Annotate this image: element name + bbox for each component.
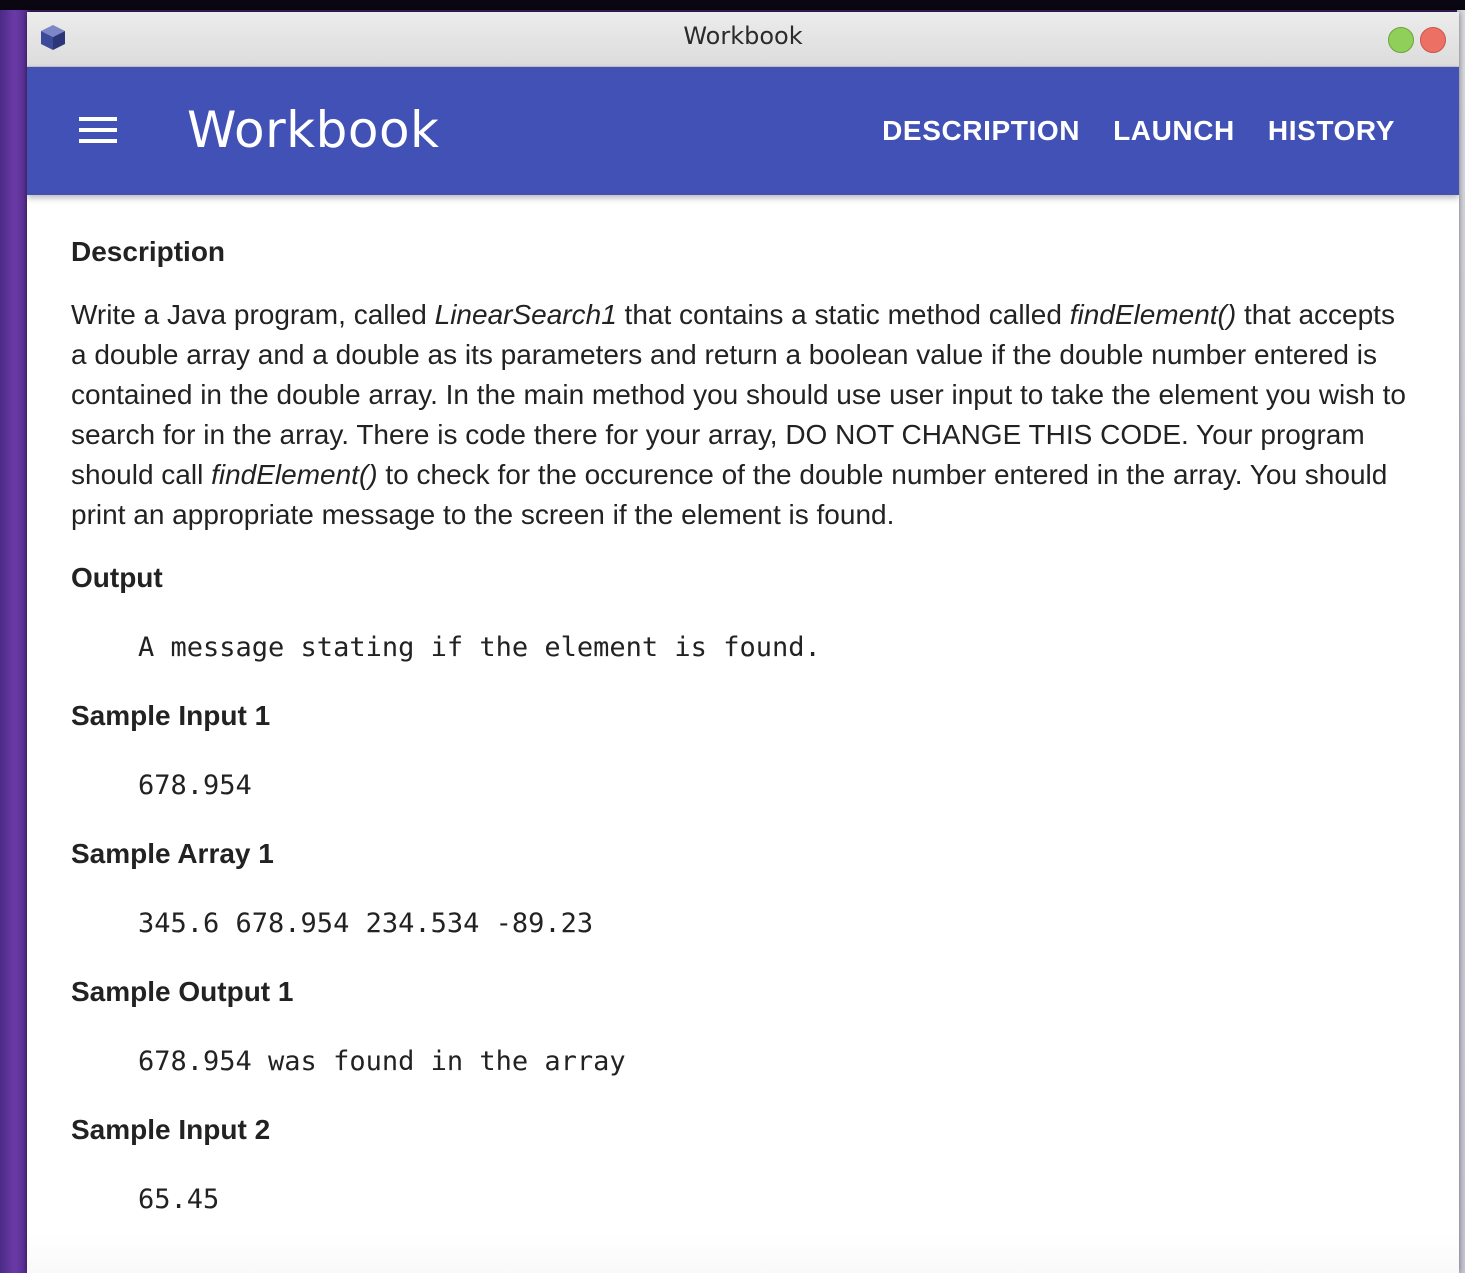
method-name: findElement() (1069, 299, 1237, 330)
method-name: findElement() (211, 459, 378, 490)
sample-input-2: 65.45 (138, 1184, 220, 1215)
bottom-fade (27, 1233, 1459, 1273)
description-text-part: Write a Java program, called (71, 299, 435, 330)
description-text-part: that contains a static method called (616, 299, 1070, 330)
output-heading: Output (71, 562, 163, 593)
sample-array-1: 345.6 678.954 234.534 -89.23 (138, 908, 594, 939)
window-title: Workbook (683, 22, 803, 50)
close-button[interactable] (1420, 27, 1446, 53)
sample-input-1: 678.954 (138, 770, 252, 801)
top-nav: DESCRIPTION LAUNCH HISTORY (882, 115, 1395, 147)
description-text: Write a Java program, called LinearSearc… (71, 295, 1415, 535)
sample-output-1-heading: Sample Output 1 (71, 976, 294, 1007)
description-heading: Description (71, 236, 226, 267)
output-text: A message stating if the element is foun… (138, 632, 821, 663)
app-bar: Workbook DESCRIPTION LAUNCH HISTORY (27, 67, 1459, 195)
maximize-button[interactable] (1388, 27, 1414, 53)
class-name: LinearSearch1 (434, 299, 617, 330)
sample-input-1-heading: Sample Input 1 (71, 700, 271, 731)
nav-history[interactable]: HISTORY (1268, 115, 1395, 147)
sample-input-2-heading: Sample Input 2 (71, 1114, 271, 1145)
sample-output-1: 678.954 was found in the array (138, 1046, 626, 1077)
hamburger-menu-icon[interactable] (79, 117, 117, 145)
sample-array-1-heading: Sample Array 1 (71, 838, 274, 869)
app-title: Workbook (187, 101, 440, 159)
window-titlebar[interactable]: Workbook (27, 12, 1459, 67)
nav-description[interactable]: DESCRIPTION (882, 115, 1080, 147)
nav-launch[interactable]: LAUNCH (1113, 115, 1235, 147)
app-window: Workbook Workbook DESCRIPTION LAUNCH HIS… (27, 12, 1459, 1273)
description-content: Description Write a Java program, called… (27, 195, 1459, 1217)
